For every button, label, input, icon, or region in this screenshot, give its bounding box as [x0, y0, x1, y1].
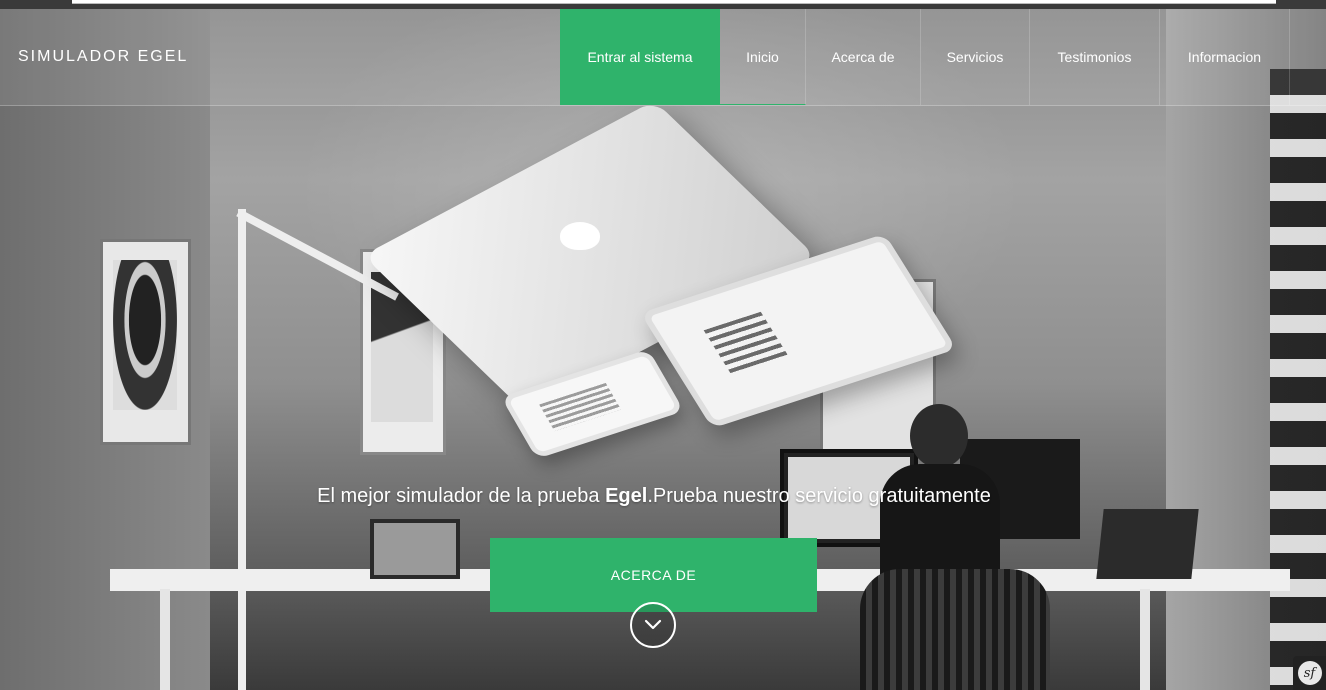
tagline-text-post: .Prueba nuestro servicio gratuitamente	[647, 485, 991, 507]
navbar: SIMULADOR EGEL Entrar al sistema Inicio …	[0, 9, 1326, 106]
browser-top-strip	[0, 0, 1326, 9]
chevron-down-icon	[644, 619, 662, 630]
desk-leg	[160, 589, 170, 690]
tagline-text-bold: Egel	[605, 485, 648, 507]
tagline-text-pre: El mejor simulador de la prueba	[317, 485, 606, 507]
nav-item-entrar[interactable]: Entrar al sistema	[560, 9, 720, 105]
nav-menu: Entrar al sistema Inicio Acerca de Servi…	[560, 9, 1290, 105]
hero-tagline: El mejor simulador de la prueba Egel.Pru…	[0, 485, 1308, 508]
scroll-down-button[interactable]	[630, 602, 676, 648]
symfony-toolbar-badge[interactable]: sf	[1293, 656, 1326, 690]
apple-logo-icon	[560, 222, 600, 250]
nav-item-servicios[interactable]: Servicios	[921, 9, 1030, 105]
brand-title[interactable]: SIMULADOR EGEL	[18, 9, 188, 105]
nav-item-acerca[interactable]: Acerca de	[806, 9, 921, 105]
acerca-de-button[interactable]: ACERCA DE	[490, 538, 817, 612]
desk-leg	[1140, 589, 1150, 690]
top-input-bar[interactable]	[72, 0, 1276, 4]
nav-item-inicio[interactable]: Inicio	[720, 9, 806, 105]
window-blinds	[1270, 69, 1326, 690]
symfony-icon: sf	[1297, 661, 1322, 685]
wall-poster-left	[100, 239, 191, 445]
desk-lamp-pole	[238, 209, 246, 690]
background-laptop	[1096, 509, 1199, 579]
office-chair	[860, 569, 1050, 690]
nav-item-informacion[interactable]: Informacion	[1160, 9, 1290, 105]
nav-item-testimonios[interactable]: Testimonios	[1030, 9, 1160, 105]
background-laptop	[370, 519, 460, 579]
